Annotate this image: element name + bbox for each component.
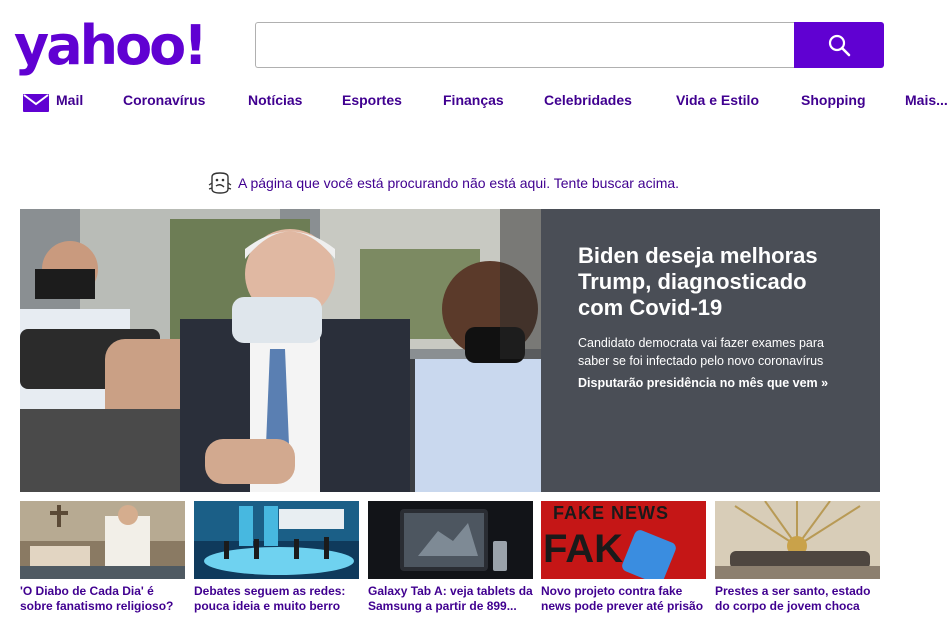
tile-thumbnail[interactable]: FAKE NEWS FAK (541, 501, 706, 579)
story-tile[interactable]: FAKE NEWS FAK Novo projeto contra fake n… (541, 501, 706, 614)
mail-icon[interactable] (23, 94, 49, 112)
nav-mais[interactable]: Mais... (905, 92, 948, 108)
tile-caption[interactable]: Novo projeto contra fake news pode preve… (541, 584, 706, 614)
hero-text-panel[interactable]: Biden deseja melhoras Trump, diagnostica… (541, 209, 880, 492)
tile-thumbnail[interactable] (20, 501, 185, 579)
search-input[interactable] (256, 23, 795, 67)
logo-text: yahoo! (14, 14, 208, 77)
nav-mail[interactable]: Mail (56, 92, 83, 108)
phone-shape (620, 528, 678, 579)
tile-caption[interactable]: Prestes a ser santo, estado do corpo de … (715, 584, 880, 614)
hero-title[interactable]: Biden deseja melhoras Trump, diagnostica… (578, 243, 850, 321)
story-tile[interactable]: Prestes a ser santo, estado do corpo de … (715, 501, 880, 614)
nav-vida-e-estilo[interactable]: Vida e Estilo (676, 92, 759, 108)
nav-coronavirus[interactable]: Coronavírus (123, 92, 205, 108)
thumbnail-text-fak: FAK (543, 527, 623, 571)
nav-financas[interactable]: Finanças (443, 92, 504, 108)
tile-thumbnail[interactable] (368, 501, 533, 579)
nav-esportes[interactable]: Esportes (342, 92, 402, 108)
hero-summary: Candidato democrata vai fazer exames par… (578, 336, 824, 368)
nav-noticias[interactable]: Notícias (248, 92, 302, 108)
nav-celebridades[interactable]: Celebridades (544, 92, 632, 108)
story-tile[interactable]: Galaxy Tab A: veja tablets da Samsung a … (368, 501, 533, 614)
tile-caption[interactable]: Galaxy Tab A: veja tablets da Samsung a … (368, 584, 533, 614)
hero-story[interactable]: Biden deseja melhoras Trump, diagnostica… (20, 209, 880, 492)
story-tile[interactable]: Debates seguem as redes: pouca ideia e m… (194, 501, 359, 614)
tile-thumbnail[interactable] (715, 501, 880, 579)
thumbnail-text-fake-news: FAKE NEWS (553, 503, 670, 523)
story-tile[interactable]: 'O Diabo de Cada Dia' é sobre fanatismo … (20, 501, 185, 614)
nav-shopping[interactable]: Shopping (801, 92, 866, 108)
hero-related-link[interactable]: Disputarão presidência no mês que vem » (578, 376, 850, 390)
search-button[interactable] (794, 22, 884, 68)
top-nav: Mail Coronavírus Notícias Esportes Finan… (0, 90, 951, 114)
hero-photo[interactable] (20, 209, 541, 492)
yahoo-logo[interactable]: yahoo! (14, 14, 208, 82)
confused-face-icon (208, 172, 232, 194)
search-icon (828, 34, 851, 57)
not-found-text: A página que você está procurando não es… (238, 175, 680, 191)
tile-caption[interactable]: 'O Diabo de Cada Dia' é sobre fanatismo … (20, 584, 185, 614)
search-box (255, 22, 795, 68)
tile-caption[interactable]: Debates seguem as redes: pouca ideia e m… (194, 584, 359, 614)
not-found-message: A página que você está procurando não es… (208, 171, 679, 195)
tile-thumbnail[interactable] (194, 501, 359, 579)
